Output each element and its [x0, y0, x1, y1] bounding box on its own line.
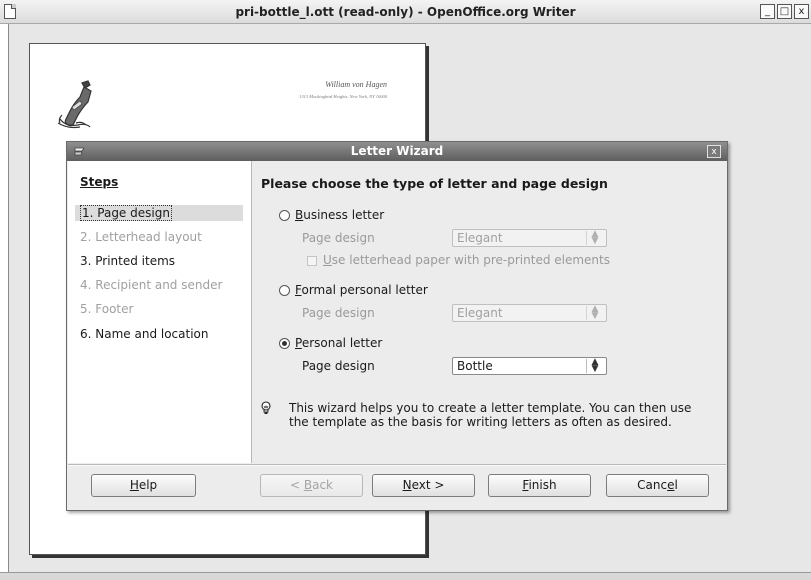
business-page-design-select[interactable]: Elegant ▲ ▼: [452, 229, 607, 247]
info-text: This wizard helps you to create a letter…: [289, 401, 692, 429]
step-footer[interactable]: 5. Footer: [75, 301, 243, 317]
step-letterhead-layout[interactable]: 2. Letterhead layout: [75, 229, 243, 245]
formal-page-design-select[interactable]: Elegant ▲ ▼: [452, 304, 607, 322]
finish-button[interactable]: Finish: [488, 474, 591, 497]
lightbulb-icon: [261, 401, 271, 414]
step-page-design[interactable]: 1. Page design: [75, 205, 243, 221]
letterhead-paper-checkbox[interactable]: [307, 256, 317, 266]
step-name-location[interactable]: 6. Name and location: [75, 326, 243, 342]
business-letter-label[interactable]: Business letter: [295, 208, 384, 222]
step-label: 1. Page design: [80, 205, 172, 221]
dialog-close-button[interactable]: x: [707, 145, 721, 158]
help-button[interactable]: Help: [91, 474, 196, 497]
steps-heading: Steps: [80, 175, 119, 189]
formal-page-design-label: Page design: [302, 306, 375, 320]
personal-page-design-label: Page design: [302, 359, 375, 373]
personal-letter-label[interactable]: Personal letter: [295, 336, 382, 350]
content-heading: Please choose the type of letter and pag…: [261, 176, 608, 191]
letter-wizard-dialog: Letter Wizard x Steps 1. Page design 2. …: [66, 141, 728, 511]
select-value: Bottle: [457, 359, 493, 373]
letterhead-paper-label[interactable]: Use letterhead paper with pre-printed el…: [323, 253, 610, 267]
sender-name: William von Hagen: [325, 80, 387, 89]
next-button[interactable]: Next >: [372, 474, 475, 497]
steps-pane: Steps 1. Page design 2. Letterhead layou…: [68, 161, 252, 463]
back-button[interactable]: < Back: [260, 474, 363, 497]
business-page-design-label: Page design: [302, 231, 375, 245]
step-recipient-sender[interactable]: 4. Recipient and sender: [75, 277, 243, 293]
bottle-illustration-icon: [57, 80, 92, 129]
step-printed-items[interactable]: 3. Printed items: [75, 253, 243, 269]
formal-personal-letter-radio[interactable]: [279, 285, 290, 296]
window-title: pri-bottle_l.ott (read-only) - OpenOffic…: [235, 5, 576, 19]
personal-letter-radio[interactable]: [279, 338, 290, 349]
spin-arrows-icon: ▲ ▼: [586, 230, 603, 246]
spin-arrows-icon: ▲ ▼: [586, 305, 603, 321]
select-value: Elegant: [457, 306, 503, 320]
formal-personal-letter-label[interactable]: Formal personal letter: [295, 283, 428, 297]
close-window-button[interactable]: x: [794, 4, 809, 19]
spin-arrows-icon: ▲ ▼: [586, 358, 603, 374]
select-value: Elegant: [457, 231, 503, 245]
cancel-button[interactable]: Cancel: [606, 474, 709, 497]
sender-address: 1313 Mockingbird Heights, New York, NY 1…: [299, 94, 387, 99]
maximize-button[interactable]: □: [777, 4, 792, 19]
personal-page-design-select[interactable]: Bottle ▲ ▼: [452, 357, 607, 375]
business-letter-radio[interactable]: [279, 210, 290, 221]
minimize-button[interactable]: _: [760, 4, 775, 19]
dialog-title: Letter Wizard: [350, 144, 444, 158]
button-separator: [68, 464, 726, 466]
